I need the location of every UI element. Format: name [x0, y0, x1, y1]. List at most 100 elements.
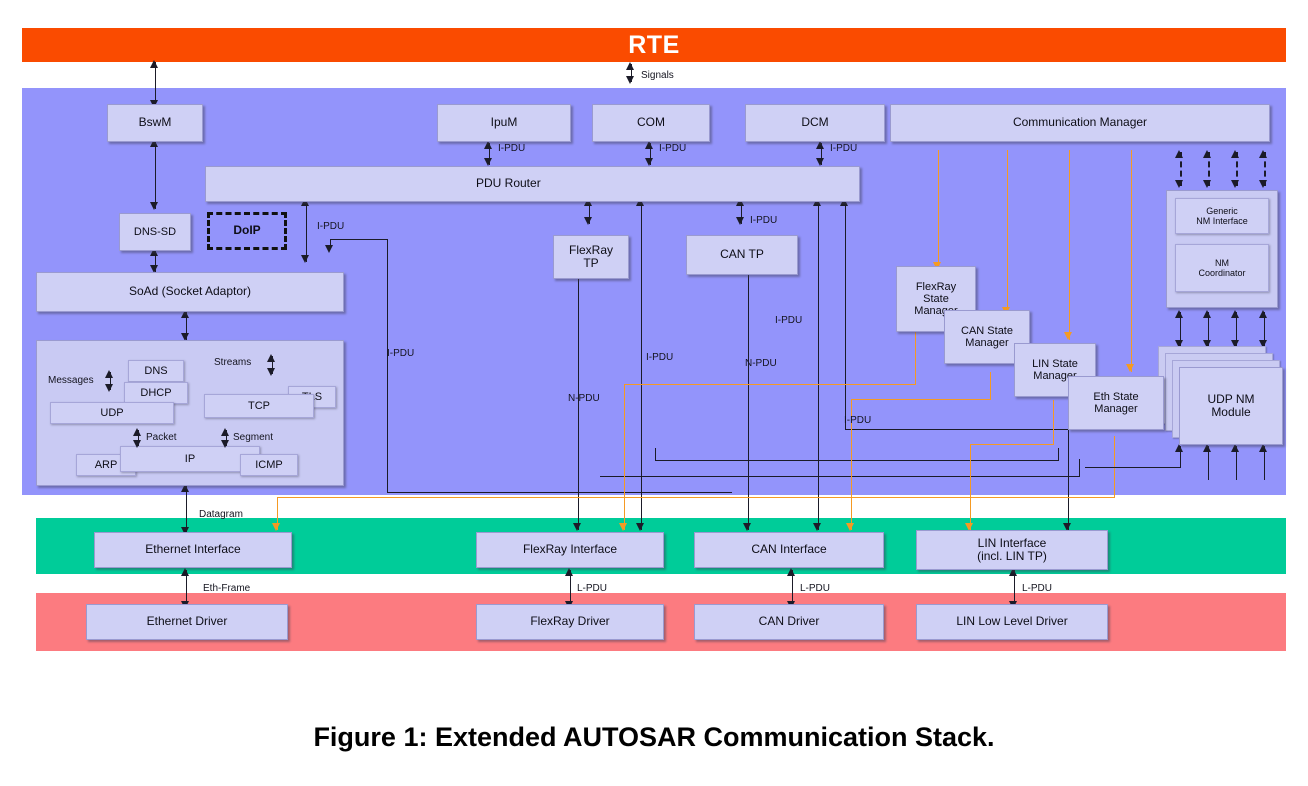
lin-interface-line1: LIN Interface [977, 535, 1047, 550]
nmif-udpnm-arrow-up-2 [1203, 310, 1211, 318]
module-flexray-interface[interactable]: FlexRay Interface [476, 532, 664, 568]
edge-label-ipdu-right: I-PDU [775, 315, 803, 326]
doip-ipdu-vertical [387, 239, 388, 493]
edge-label-eth-frame: Eth-Frame [203, 583, 251, 594]
flexray-tp-line1: FlexRay [568, 242, 613, 257]
module-ethernet-interface[interactable]: Ethernet Interface [94, 532, 292, 568]
soad-router-arrow-down [301, 255, 309, 263]
module-dhcp[interactable]: DHCP [124, 382, 188, 404]
comm-ethsm-arrow [1126, 364, 1134, 372]
module-dns[interactable]: DNS [128, 360, 184, 382]
module-pdu-router[interactable]: PDU Router [205, 166, 860, 202]
cansm-drop-vertical [990, 372, 991, 400]
nm-dashed-arrow-up-3 [1231, 150, 1239, 158]
flexray-sm-line1: FlexRay [915, 280, 957, 293]
router-flexrayif-arrow-down [636, 523, 644, 531]
nm-coordinator-line1: NM [1215, 257, 1229, 268]
flexray-sm-line2: State [923, 292, 949, 305]
signals-arrow-down [626, 76, 634, 84]
flexraysm-to-flexrayif [624, 384, 625, 530]
doip-ipdu-bottom-horizontal [387, 492, 732, 493]
comm-ethsm-connector [1131, 150, 1132, 372]
flexrayif-arrow-up [565, 568, 573, 576]
dcm-router-arrow-down [816, 158, 824, 166]
edge-label-datagram: Datagram [199, 509, 243, 520]
streams-arrow-up [267, 354, 275, 362]
module-can-driver[interactable]: CAN Driver [694, 604, 884, 640]
nm-dashed-arrow-up-1 [1175, 150, 1183, 158]
doip-ipdu-horizontal [330, 239, 388, 240]
edge-label-lpdu-can: L-PDU [800, 583, 831, 594]
module-soad[interactable]: SoAd (Socket Adaptor) [36, 272, 344, 312]
label-packet: Packet [146, 432, 177, 443]
router-linif-horizontal [845, 429, 1069, 430]
router-flexrayif-connector [641, 200, 642, 530]
module-ip[interactable]: IP [120, 446, 260, 472]
module-com[interactable]: COM [592, 104, 710, 142]
module-dns-sd[interactable]: DNS-SD [119, 213, 191, 251]
module-eth-state-manager[interactable]: Eth State Manager [1068, 376, 1164, 430]
lower-elbow-horizontal [600, 476, 1080, 477]
ethsm-to-ethif-horizontal [277, 497, 1115, 498]
messages-arrow-down [105, 384, 113, 392]
linsm-drop-horizontal [970, 444, 1054, 445]
lin-interface-line2: (incl. LIN TP) [977, 549, 1047, 563]
flexrayif-arrow-down [573, 523, 581, 531]
module-udp-nm[interactable]: UDP NM Module [1179, 367, 1283, 445]
comm-cansm-connector [1007, 150, 1008, 315]
messages-arrow-up [105, 370, 113, 378]
edge-label-npdu-flexray: N-PDU [568, 393, 600, 404]
module-dcm[interactable]: DCM [745, 104, 885, 142]
nm-dashed-arrow-up-4 [1259, 150, 1267, 158]
nm-dashed-arrow-up-2 [1203, 150, 1211, 158]
module-ethernet-driver[interactable]: Ethernet Driver [86, 604, 288, 640]
nmif-udpnm-arrow-up-4 [1259, 310, 1267, 318]
linsm-drop-vertical [1053, 400, 1054, 445]
nm-dashed-arrow-down-2 [1203, 180, 1211, 188]
segment-arrow-up [221, 428, 229, 436]
linsm-to-linif [970, 444, 971, 530]
nm-coordinator-line2: Coordinator [1198, 268, 1246, 278]
lin-sm-line1: LIN State [1032, 357, 1078, 370]
udp-nm-line2: Module [1211, 405, 1251, 419]
edge-label-ipdu-left-long: I-PDU [387, 348, 415, 359]
ipdum-router-arrow-down [484, 158, 492, 166]
module-doip[interactable]: DoIP [207, 212, 287, 250]
edge-label-ipdu-com: I-PDU [659, 143, 687, 154]
edge-label-ipdu-cantp: I-PDU [750, 215, 778, 226]
bswm-dnssd-arrow-down [150, 202, 158, 210]
module-udp[interactable]: UDP [50, 402, 174, 424]
module-can-tp[interactable]: CAN TP [686, 235, 798, 275]
packet-arrow-down [133, 440, 141, 448]
udpnm-link-4-arrow [1259, 444, 1267, 452]
nm-dashed-arrow-down-1 [1175, 180, 1183, 188]
module-communication-manager[interactable]: Communication Manager [890, 104, 1270, 142]
udpnm-link-1-arrow [1175, 444, 1183, 452]
router-flexraytp-arrow-down [584, 217, 592, 225]
nmif-udpnm-arrow-up-3 [1231, 310, 1239, 318]
module-lin-driver[interactable]: LIN Low Level Driver [916, 604, 1108, 640]
can-sm-line1: CAN State [961, 324, 1013, 337]
module-bswm[interactable]: BswM [107, 104, 203, 142]
router-linif-drop [1068, 429, 1069, 530]
label-segment: Segment [233, 432, 274, 443]
ethsm-ethif-arrow [272, 523, 280, 531]
module-lin-interface[interactable]: LIN Interface (incl. LIN TP) [916, 530, 1108, 570]
eth-sm-line1: Eth State [1093, 390, 1139, 403]
module-flexray-tp[interactable]: FlexRay TP [553, 235, 629, 279]
module-flexray-driver[interactable]: FlexRay Driver [476, 604, 664, 640]
router-canif-arrow-down [813, 523, 821, 531]
module-can-interface[interactable]: CAN Interface [694, 532, 884, 568]
edge-label-npdu-can: N-PDU [745, 358, 777, 369]
rte-label: RTE [628, 30, 680, 59]
flexray-tp-line2: TP [583, 256, 599, 270]
bswm-dnssd-connector [155, 141, 156, 209]
module-tcp[interactable]: TCP [204, 394, 314, 418]
packet-arrow-up [133, 428, 141, 436]
module-nm-coordinator[interactable]: NM Coordinator [1175, 244, 1269, 292]
module-ipdum[interactable]: IpuM [437, 104, 571, 142]
module-generic-nm-interface[interactable]: Generic NM Interface [1175, 198, 1269, 234]
cantp-canif-connector [748, 278, 749, 530]
mid-elbow-horizontal [655, 460, 1059, 461]
module-icmp[interactable]: ICMP [240, 454, 298, 476]
